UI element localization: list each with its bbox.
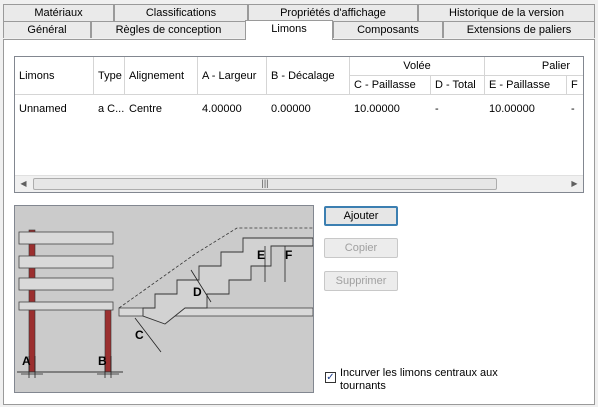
scroll-left-arrow-icon[interactable]: ◀ bbox=[15, 176, 32, 192]
col-header-d-total[interactable]: D - Total bbox=[431, 76, 485, 95]
curve-center-stringers-checkbox[interactable]: ✓ bbox=[325, 372, 336, 383]
add-button[interactable]: Ajouter bbox=[324, 206, 398, 226]
tab-regles-conception[interactable]: Règles de conception bbox=[91, 21, 246, 38]
delete-button[interactable]: Supprimer bbox=[324, 271, 398, 291]
cell-f[interactable]: - bbox=[567, 101, 583, 117]
scrollbar-thumb[interactable]: ||| bbox=[33, 178, 497, 190]
cell-b-decalage[interactable]: 0.00000 bbox=[267, 101, 350, 117]
horizontal-scrollbar[interactable]: ◀ ||| ▶ bbox=[15, 175, 583, 192]
diagram-label-e: E bbox=[257, 248, 266, 262]
copy-button[interactable]: Copier bbox=[324, 238, 398, 258]
cell-d-total[interactable]: - bbox=[431, 101, 485, 117]
col-header-e-paillasse[interactable]: E - Paillasse bbox=[485, 76, 567, 95]
cell-c-paillasse[interactable]: 10.00000 bbox=[350, 101, 431, 117]
grip-icon: ||| bbox=[261, 178, 269, 188]
diagram-label-b: B bbox=[98, 354, 107, 368]
tab-limons[interactable]: Limons bbox=[245, 20, 333, 40]
checkmark-icon: ✓ bbox=[326, 372, 335, 383]
col-header-alignement[interactable]: Alignement bbox=[125, 57, 198, 95]
limons-table[interactable]: Limons Type Alignement A - Largeur B - D… bbox=[14, 56, 584, 193]
col-header-f[interactable]: F bbox=[567, 76, 583, 95]
cell-limons[interactable]: Unnamed bbox=[15, 101, 94, 117]
col-header-a-largeur[interactable]: A - Largeur bbox=[198, 57, 267, 95]
tab-row-2: Général Règles de conception Limons Comp… bbox=[0, 20, 598, 40]
tab-general[interactable]: Général bbox=[3, 21, 91, 38]
scroll-right-arrow-icon[interactable]: ▶ bbox=[566, 176, 583, 192]
tab-classifications[interactable]: Classifications bbox=[114, 4, 248, 21]
col-header-c-paillasse[interactable]: C - Paillasse bbox=[350, 76, 431, 95]
cell-alignement[interactable]: Centre bbox=[125, 101, 198, 117]
stair-diagram-svg bbox=[15, 206, 313, 392]
tab-historique-version[interactable]: Historique de la version bbox=[418, 4, 595, 21]
diagram-label-c: C bbox=[135, 328, 144, 342]
col-header-type[interactable]: Type bbox=[94, 57, 125, 95]
tab-extensions-paliers[interactable]: Extensions de paliers bbox=[443, 21, 595, 38]
cell-type[interactable]: a C... bbox=[94, 101, 125, 117]
col-header-limons[interactable]: Limons bbox=[15, 57, 94, 95]
col-header-b-decalage[interactable]: B - Décalage bbox=[267, 57, 350, 95]
curve-center-stringers-label[interactable]: Incurver les limons centraux aux tournan… bbox=[340, 367, 520, 393]
diagram-label-a: A bbox=[22, 354, 31, 368]
diagram-label-d: D bbox=[193, 285, 202, 299]
tab-materiaux[interactable]: Matériaux bbox=[3, 4, 114, 21]
tab-composants[interactable]: Composants bbox=[333, 21, 443, 38]
cell-e-paillasse[interactable]: 10.00000 bbox=[485, 101, 567, 117]
diagram-label-f: F bbox=[285, 248, 293, 262]
group-header-volee: Volée bbox=[350, 57, 485, 76]
group-header-palier: Palier bbox=[485, 57, 583, 76]
cell-a-largeur[interactable]: 4.00000 bbox=[198, 101, 267, 117]
tab-proprietes-affichage[interactable]: Propriétés d'affichage bbox=[248, 4, 418, 21]
stair-stringer-diagram: A B C D E F bbox=[14, 205, 314, 393]
